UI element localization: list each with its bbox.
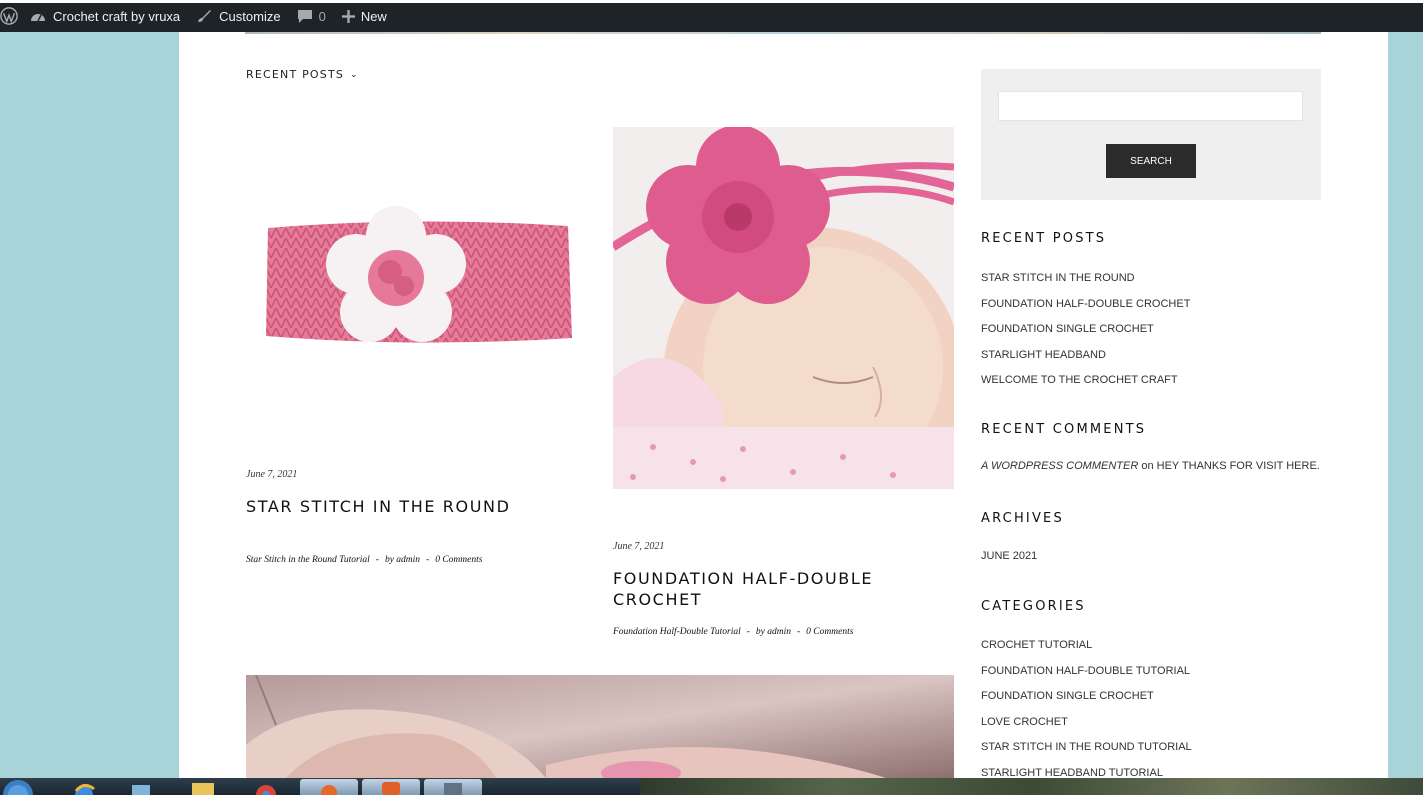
- start-button-icon[interactable]: [0, 778, 40, 795]
- category-link[interactable]: STAR STITCH IN THE ROUND TUTORIAL: [981, 740, 1192, 766]
- category-link[interactable]: LOVE CROCHET: [981, 715, 1192, 741]
- recent-posts-list: STAR STITCH IN THE ROUND FOUNDATION HALF…: [981, 271, 1190, 399]
- desktop-wallpaper-strip: [640, 778, 1423, 795]
- media-taskbar-icon[interactable]: [118, 779, 166, 795]
- folder-taskbar-icon[interactable]: [180, 779, 228, 795]
- post-meta: Foundation Half-Double Tutorial - by adm…: [613, 627, 853, 637]
- categories-title: CATEGORIES: [981, 599, 1086, 614]
- post-date: June 7, 2021: [613, 541, 665, 552]
- new-content-menu[interactable]: New: [334, 0, 395, 32]
- brush-icon: [198, 10, 212, 22]
- search-button[interactable]: SEARCH: [1106, 144, 1196, 178]
- category-link[interactable]: FOUNDATION HALF-DOUBLE TUTORIAL: [981, 664, 1192, 690]
- recent-posts-menu[interactable]: RECENT POSTS ⌄: [246, 68, 359, 81]
- recent-comment: A WORDPRESS COMMENTER on HEY THANKS FOR …: [981, 460, 1320, 472]
- post-category-link[interactable]: Foundation Half-Double Tutorial: [613, 627, 741, 637]
- meta-separator: -: [375, 555, 379, 565]
- customize-label: Customize: [219, 8, 281, 24]
- comment-on-text: on: [1141, 460, 1154, 472]
- admin-bar: Crochet craft by vruxa Customize 0 New: [0, 0, 1423, 32]
- post-thumbnail-crochet-hands[interactable]: [246, 675, 954, 778]
- xampp-taskbar-icon[interactable]: [362, 779, 420, 795]
- dashboard-icon: [31, 14, 45, 22]
- post-comments-link[interactable]: 0 Comments: [806, 627, 853, 637]
- recent-post-link[interactable]: FOUNDATION HALF-DOUBLE CROCHET: [981, 297, 1190, 323]
- archives-list: JUNE 2021: [981, 549, 1037, 575]
- window-taskbar-icon[interactable]: [424, 779, 482, 795]
- post-author-link[interactable]: by admin: [385, 555, 420, 565]
- site-name-menu[interactable]: Crochet craft by vruxa: [24, 0, 188, 32]
- recent-posts-title: RECENT POSTS: [981, 231, 1107, 246]
- site-page: RECENT POSTS ⌄ June 7, 2021 STAR STITCH …: [179, 32, 1388, 778]
- recent-comments-title: RECENT COMMENTS: [981, 422, 1147, 437]
- comment-bubble-icon: [297, 9, 312, 23]
- archives-title: ARCHIVES: [981, 511, 1064, 526]
- internet-explorer-taskbar-icon[interactable]: [62, 779, 110, 795]
- wordpress-logo-icon[interactable]: [0, 0, 24, 32]
- customize-link[interactable]: Customize: [188, 0, 288, 32]
- post-meta: Star Stitch in the Round Tutorial - by a…: [246, 555, 482, 565]
- meta-separator: -: [797, 627, 801, 637]
- post-author-link[interactable]: by admin: [756, 627, 791, 637]
- meta-separator: -: [746, 627, 750, 637]
- chevron-down-icon: ⌄: [350, 69, 359, 80]
- categories-list: CROCHET TUTORIAL FOUNDATION HALF-DOUBLE …: [981, 638, 1192, 778]
- comments-link[interactable]: 0: [289, 0, 334, 32]
- recent-posts-menu-label: RECENT POSTS: [246, 68, 345, 81]
- post-thumbnail-foundation-hdc[interactable]: [613, 127, 954, 489]
- comments-count: 0: [318, 8, 326, 24]
- archive-link[interactable]: JUNE 2021: [981, 549, 1037, 575]
- comment-author-link[interactable]: A WORDPRESS COMMENTER: [981, 460, 1138, 472]
- search-widget: SEARCH: [981, 69, 1321, 200]
- post-title[interactable]: FOUNDATION HALF-DOUBLE CROCHET: [613, 568, 933, 610]
- recent-post-link[interactable]: FOUNDATION SINGLE CROCHET: [981, 322, 1190, 348]
- chrome-taskbar-icon[interactable]: [240, 779, 288, 795]
- category-link[interactable]: STARLIGHT HEADBAND TUTORIAL: [981, 766, 1192, 779]
- category-link[interactable]: FOUNDATION SINGLE CROCHET: [981, 689, 1192, 715]
- os-taskbar: [0, 778, 1423, 795]
- recent-post-link[interactable]: WELCOME TO THE CROCHET CRAFT: [981, 373, 1190, 399]
- post-thumbnail-star-stitch[interactable]: [246, 128, 586, 468]
- firefox-taskbar-icon[interactable]: [300, 779, 358, 795]
- header-image-edge: [245, 32, 1321, 34]
- plus-icon: [341, 9, 355, 23]
- comment-post-link[interactable]: HEY THANKS FOR VISIT HERE.: [1157, 460, 1320, 472]
- post-title[interactable]: STAR STITCH IN THE ROUND: [246, 496, 576, 517]
- post-date: June 7, 2021: [246, 469, 298, 480]
- window-top-edge: [0, 0, 1423, 3]
- meta-separator: -: [426, 555, 430, 565]
- post-comments-link[interactable]: 0 Comments: [435, 555, 482, 565]
- post-category-link[interactable]: Star Stitch in the Round Tutorial: [246, 555, 370, 565]
- recent-post-link[interactable]: STAR STITCH IN THE ROUND: [981, 271, 1190, 297]
- search-input[interactable]: [998, 91, 1303, 121]
- site-name: Crochet craft by vruxa: [53, 8, 181, 24]
- new-label: New: [360, 8, 387, 24]
- recent-post-link[interactable]: STARLIGHT HEADBAND: [981, 348, 1190, 374]
- category-link[interactable]: CROCHET TUTORIAL: [981, 638, 1192, 664]
